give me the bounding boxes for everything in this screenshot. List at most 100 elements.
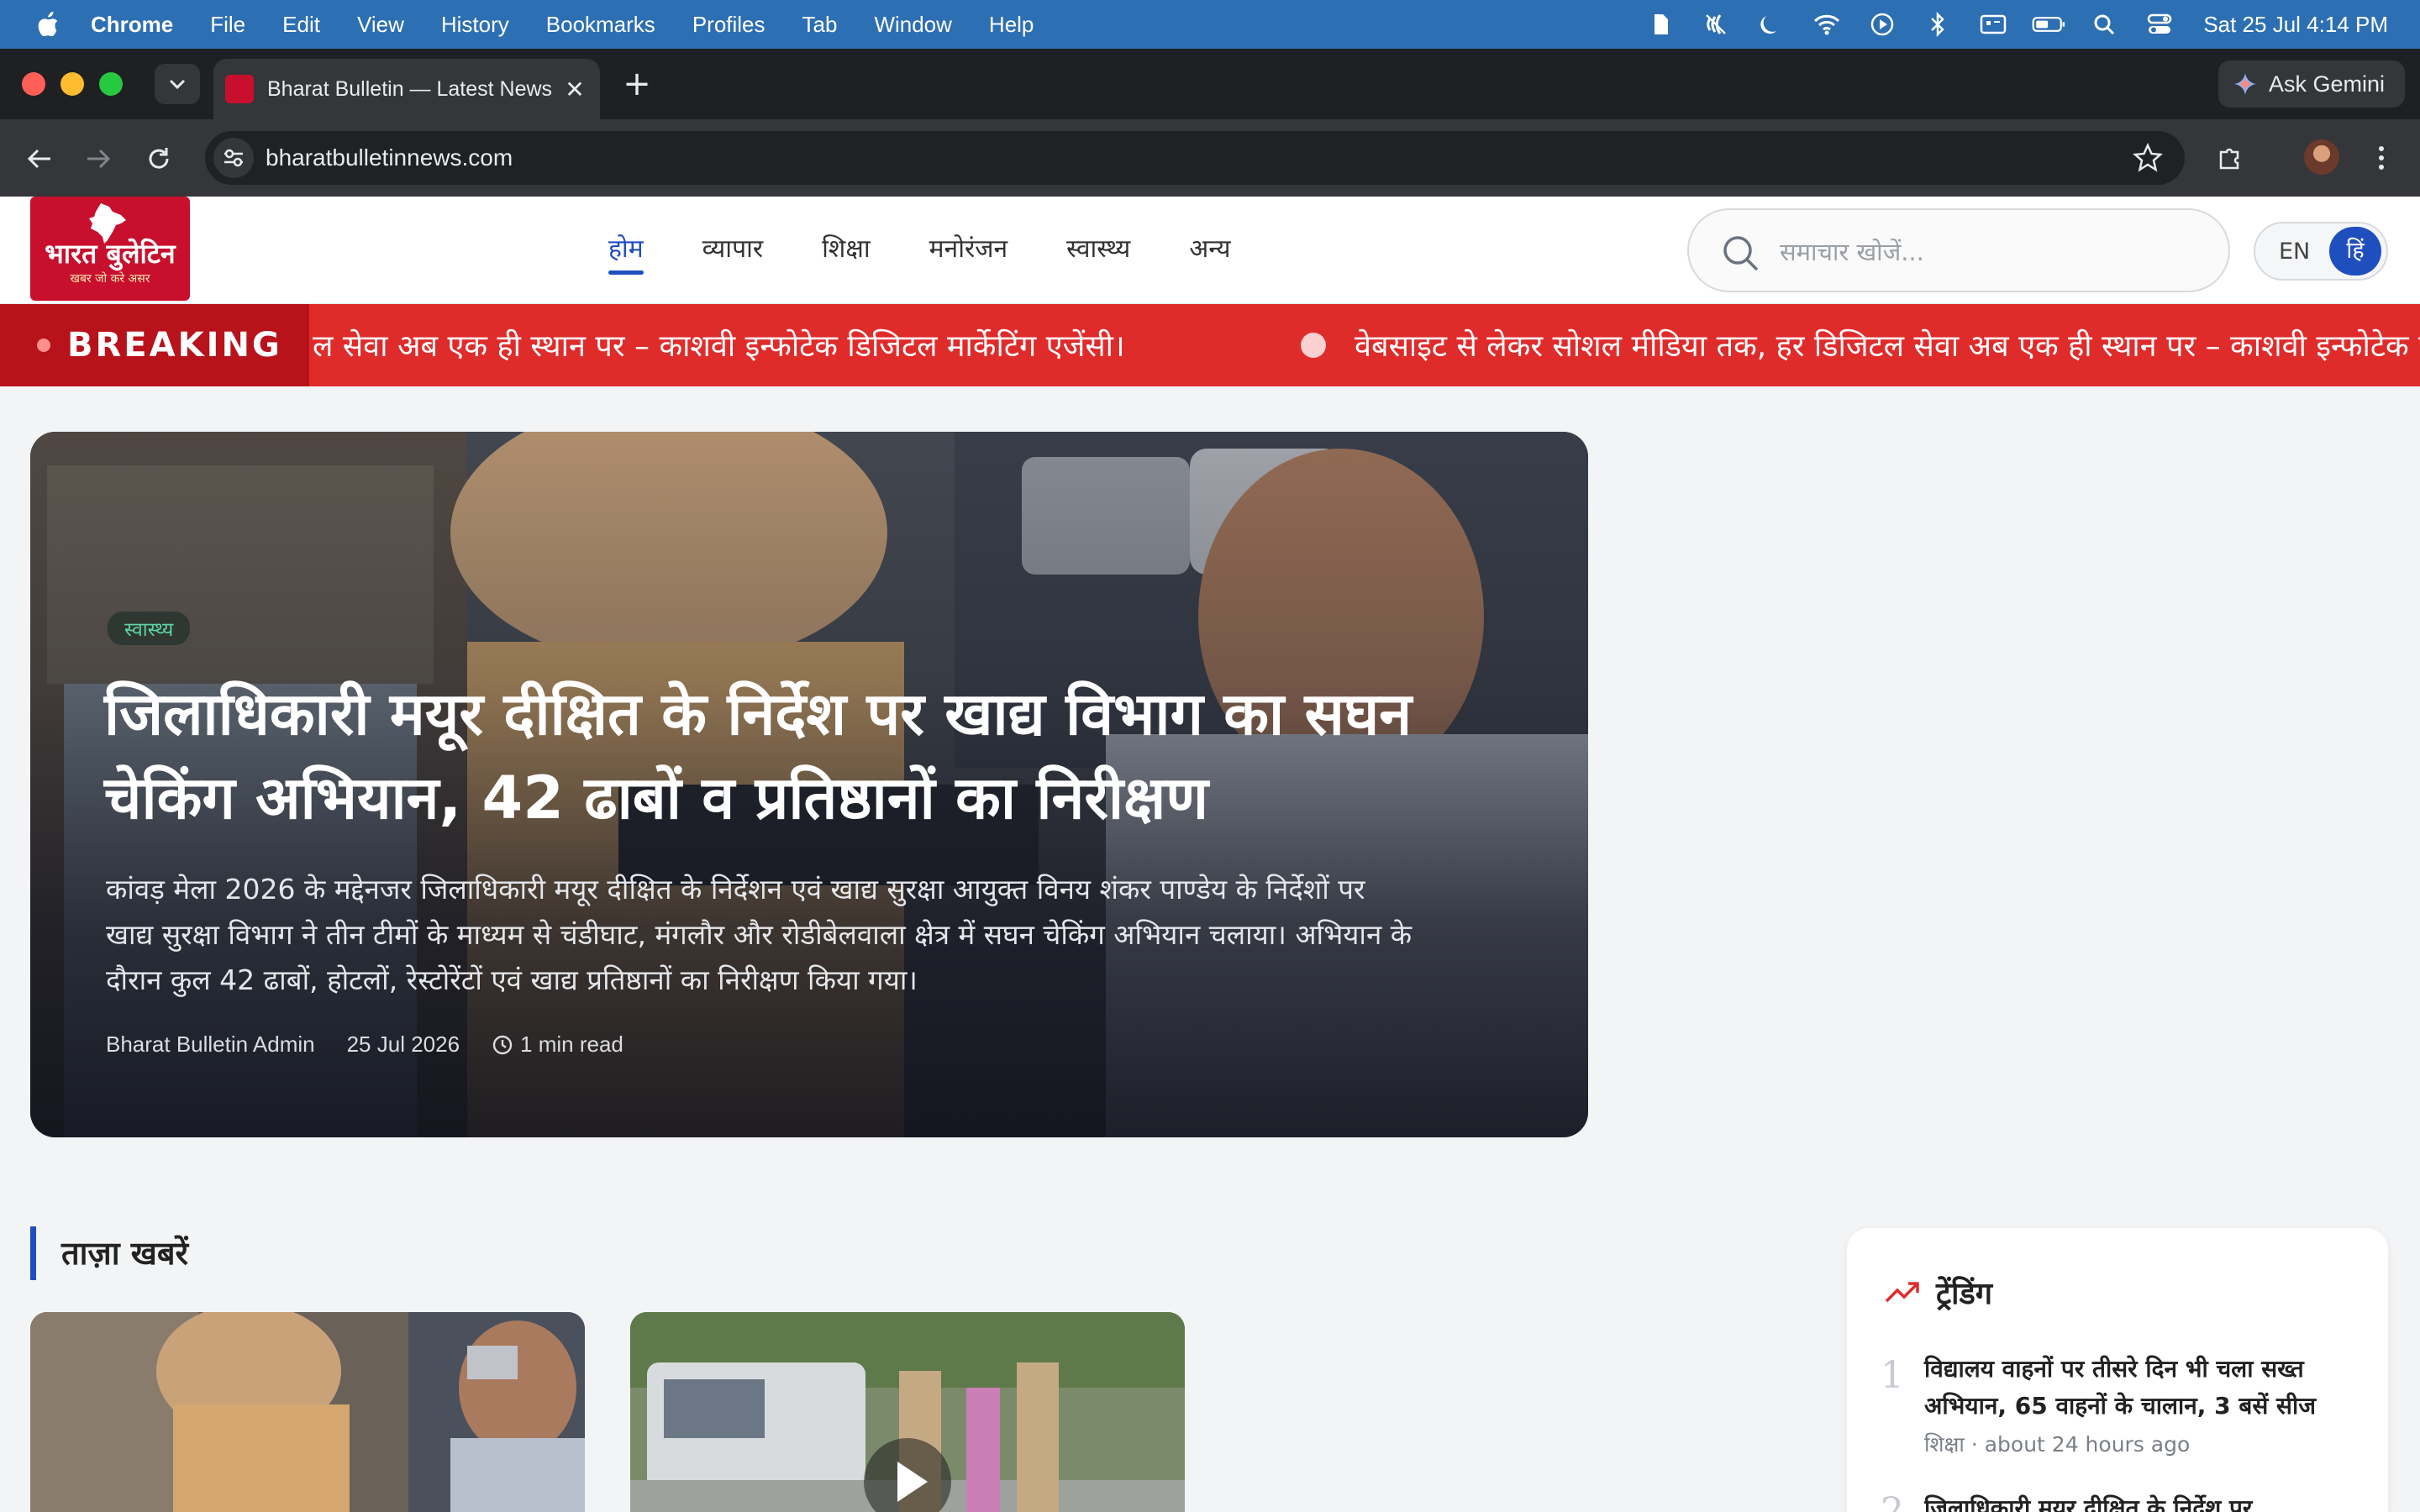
browser-toolbar: bharatbulletinnews.com — [0, 119, 2420, 197]
live-dot-icon — [37, 339, 50, 352]
reload-button[interactable] — [141, 141, 176, 176]
trending-rank: 2 — [1881, 1490, 1904, 1512]
hero-headline[interactable]: जिलाधिकारी मयूर दीक्षित के निर्देश पर खा… — [104, 672, 1549, 840]
now-playing-icon[interactable] — [1865, 12, 1899, 37]
script-status-icon[interactable] — [1644, 12, 1677, 37]
browser-tab-strip: Bharat Bulletin — Latest News ✕ + Ask Ge… — [0, 49, 2420, 119]
arrow-left-icon — [27, 149, 50, 169]
back-button[interactable] — [22, 141, 57, 176]
tab-search-button[interactable] — [155, 64, 200, 104]
puzzle-icon — [2219, 148, 2239, 170]
window-minimize-button[interactable] — [60, 72, 84, 96]
search-icon — [1723, 236, 1759, 271]
hero-author: Bharat Bulletin Admin — [106, 1032, 315, 1057]
tune-icon — [224, 149, 243, 167]
window-zoom-button[interactable] — [99, 72, 123, 96]
apple-menu-icon[interactable] — [35, 10, 60, 39]
hero-meta: Bharat Bulletin Admin 25 Jul 2026 1 min … — [106, 1032, 655, 1058]
nav-other[interactable]: अन्य — [1189, 230, 1230, 275]
breaking-label: BREAKING — [0, 304, 309, 386]
control-center-icon[interactable] — [2143, 12, 2176, 37]
site-info-button[interactable] — [213, 138, 254, 178]
menu-app-name[interactable]: Chrome — [91, 12, 173, 38]
tab-close-icon[interactable]: ✕ — [560, 76, 590, 103]
gemini-label: Ask Gemini — [2269, 71, 2386, 97]
chevron-down-icon — [169, 79, 186, 90]
extensions-button[interactable] — [2212, 139, 2249, 176]
trending-title: ट्रेंडिंग — [1936, 1277, 1992, 1311]
search-input[interactable] — [1780, 232, 2200, 272]
address-bar[interactable]: bharatbulletinnews.com — [205, 131, 2185, 185]
nav-home[interactable]: होम — [608, 230, 644, 275]
site-logo[interactable]: भारत बुलेटिन खबर जो करे असर — [30, 197, 190, 301]
menu-view[interactable]: View — [357, 12, 404, 38]
bluetooth-icon[interactable] — [1921, 12, 1954, 37]
active-browser-tab[interactable]: Bharat Bulletin — Latest News ✕ — [213, 59, 600, 119]
news-card[interactable] — [630, 1312, 1185, 1512]
nav-business[interactable]: व्यापार — [702, 230, 764, 275]
lang-en-option[interactable]: EN — [2279, 239, 2310, 265]
menubar-clock[interactable]: Sat 25 Jul 4:14 PM — [2203, 12, 2388, 38]
trending-item-title[interactable]: जिलाधिकारी मयूर दीक्षित के निर्देश पर — [1924, 1490, 2361, 1512]
url-text[interactable]: bharatbulletinnews.com — [266, 144, 513, 171]
logo-title: भारत बुलेटिन — [45, 238, 176, 270]
new-tab-button[interactable]: + — [618, 66, 655, 102]
trending-rank: 1 — [1881, 1354, 1904, 1397]
ticker-item[interactable]: ल सेवा अब एक ही स्थान पर – काशवी इन्फोटे… — [313, 324, 1125, 365]
chrome-menu-button[interactable] — [2363, 139, 2400, 176]
window-close-button[interactable] — [22, 72, 45, 96]
menu-file[interactable]: File — [210, 12, 245, 38]
nav-entertainment[interactable]: मनोरंजन — [929, 230, 1008, 275]
keyboard-input-icon[interactable] — [1976, 12, 2010, 37]
news-card-image — [30, 1312, 585, 1512]
arrow-right-icon — [87, 149, 111, 169]
menu-window[interactable]: Window — [874, 12, 951, 38]
clock-icon — [492, 1035, 513, 1054]
hero-date: 25 Jul 2026 — [346, 1032, 460, 1057]
news-search — [1687, 208, 2230, 292]
main-nav: होम व्यापार शिक्षा मनोरंजन स्वास्थ्य अन्… — [608, 230, 1290, 275]
site-favicon — [225, 75, 254, 103]
trending-item-title[interactable]: विद्यालय वाहनों पर तीसरे दिन भी चला सख्त… — [1924, 1351, 2361, 1425]
profile-avatar[interactable] — [2304, 139, 2339, 175]
ticker-bullet-icon — [1301, 332, 1326, 358]
more-vertical-icon — [2379, 146, 2384, 170]
menu-edit[interactable]: Edit — [282, 12, 320, 38]
hero-category-badge[interactable]: स्वास्थ्य — [108, 612, 191, 645]
gemini-sparkle-icon — [2234, 73, 2256, 95]
language-toggle[interactable]: EN हिं — [2254, 222, 2388, 281]
bookmark-star-icon[interactable] — [2133, 143, 2163, 173]
nfc-status-icon[interactable] — [1699, 12, 1733, 37]
hero-summary: कांवड़ मेला 2026 के मद्देनजर जिलाधिकारी … — [106, 873, 1413, 996]
ticker-item-text: वेबसाइट से लेकर सोशल मीडिया तक, हर डिजिट… — [1355, 329, 2420, 364]
menu-bookmarks[interactable]: Bookmarks — [546, 12, 655, 38]
nav-education[interactable]: शिक्षा — [822, 230, 870, 275]
ticker-item[interactable]: वेबसाइट से लेकर सोशल मीडिया तक, हर डिजिट… — [1301, 324, 2420, 365]
wifi-icon[interactable] — [1810, 12, 1844, 37]
focus-moon-icon[interactable] — [1754, 12, 1788, 37]
trending-item-meta: शिक्षा · about 24 hours ago — [1924, 1432, 2191, 1457]
breaking-label-text: BREAKING — [67, 326, 282, 365]
macos-menubar: Chrome File Edit View History Bookmarks … — [0, 0, 2420, 49]
forward-button[interactable] — [81, 141, 116, 176]
tab-title: Bharat Bulletin — Latest News — [267, 76, 553, 101]
spotlight-search-icon[interactable] — [2087, 12, 2121, 37]
menu-history[interactable]: History — [441, 12, 509, 38]
trending-panel: ट्रेंडिंग 1 विद्यालय वाहनों पर तीसरे दिन… — [1847, 1228, 2388, 1512]
nav-health[interactable]: स्वास्थ्य — [1066, 230, 1130, 275]
trending-up-icon — [1885, 1281, 1919, 1302]
menu-tab[interactable]: Tab — [802, 12, 838, 38]
menu-help[interactable]: Help — [989, 12, 1034, 38]
site-header: भारत बुलेटिन खबर जो करे असर होम व्यापार … — [0, 197, 2420, 304]
news-card[interactable] — [30, 1312, 585, 1512]
hero-read-time: 1 min read — [520, 1032, 623, 1057]
reload-icon — [149, 148, 169, 169]
breaking-news-bar: BREAKING ल सेवा अब एक ही स्थान पर – काशव… — [0, 304, 2420, 386]
hero-story[interactable]: स्वास्थ्य जिलाधिकारी मयूर दीक्षित के निर… — [30, 432, 1588, 1137]
logo-tagline: खबर जो करे असर — [70, 272, 150, 286]
ask-gemini-button[interactable]: Ask Gemini — [2218, 60, 2405, 108]
menu-profiles[interactable]: Profiles — [692, 12, 765, 38]
battery-icon[interactable] — [2032, 12, 2065, 37]
latest-news-heading: ताज़ा खबरें — [30, 1226, 188, 1280]
lang-hi-option[interactable]: हिं — [2329, 227, 2381, 276]
